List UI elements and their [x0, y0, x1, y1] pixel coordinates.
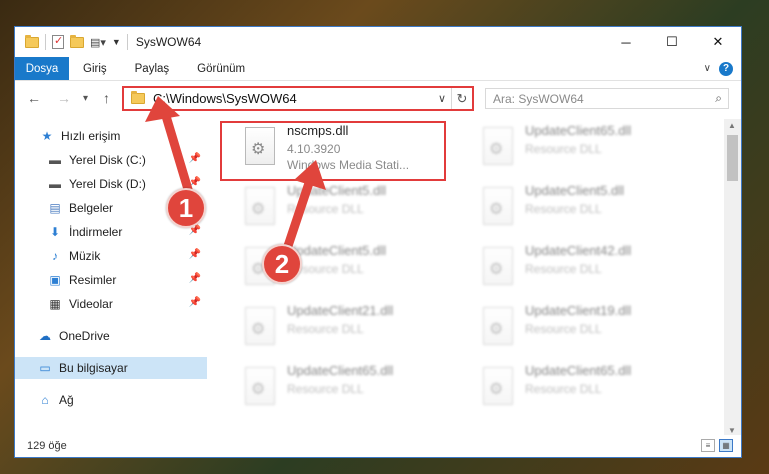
chevron-down-icon[interactable]: ∨ — [438, 92, 446, 105]
file-item[interactable]: UpdateClient5.dll Resource DLL — [475, 181, 695, 233]
folder-icon — [131, 91, 145, 104]
drive-icon: ▬ — [49, 153, 61, 167]
minimize-button[interactable]: ─ — [603, 27, 649, 57]
dll-file-icon — [245, 187, 275, 225]
new-folder-icon[interactable] — [70, 34, 84, 48]
file-highlight-box — [220, 121, 446, 181]
file-item[interactable]: UpdateClient5.dll Resource DLL — [237, 181, 457, 233]
network-icon: ⌂ — [41, 393, 49, 407]
search-placeholder: Ara: SysWOW64 — [493, 91, 584, 106]
refresh-icon[interactable]: ↻ — [451, 88, 472, 109]
sidebar-item-onedrive[interactable]: ☁ OneDrive — [15, 325, 207, 347]
tab-file[interactable]: Dosya — [15, 57, 69, 80]
document-icon: ▤ — [49, 201, 61, 215]
computer-icon: ▭ — [39, 361, 51, 375]
forward-arrow-icon[interactable]: → — [57, 90, 71, 106]
step-2-badge: 2 — [262, 244, 302, 284]
file-item[interactable]: UpdateClient65.dll Resource DLL — [475, 121, 695, 173]
download-icon: ⬇ — [49, 225, 61, 239]
star-icon: ★ — [41, 129, 53, 143]
search-icon[interactable]: ⌕ — [715, 91, 722, 106]
dll-file-icon — [483, 187, 513, 225]
item-count: 129 öğe — [27, 440, 67, 452]
drive-icon: ▬ — [49, 177, 61, 191]
dll-file-icon — [483, 367, 513, 405]
file-item[interactable]: UpdateClient21.dll Resource DLL — [237, 301, 457, 353]
file-item[interactable]: UpdateClient42.dll Resource DLL — [475, 241, 695, 293]
help-icon[interactable]: ? — [719, 61, 733, 76]
dll-file-icon — [483, 247, 513, 285]
scroll-up-icon[interactable]: ▲ — [728, 121, 736, 130]
maximize-button[interactable]: ☐ — [649, 27, 695, 57]
tiles-view-icon[interactable]: ▦ — [719, 439, 733, 452]
sidebar-item-music[interactable]: ♪ Müzik 📌 — [15, 245, 207, 267]
close-button[interactable]: ✕ — [695, 27, 741, 57]
back-arrow-icon[interactable]: ← — [27, 90, 41, 106]
dll-file-icon — [245, 307, 275, 345]
pin-icon[interactable]: 📌 — [189, 297, 201, 308]
cloud-icon: ☁ — [39, 329, 51, 343]
toolbar-divider — [126, 34, 128, 50]
details-view-icon[interactable]: ≡ — [701, 439, 715, 452]
music-icon: ♪ — [52, 249, 58, 263]
pin-icon[interactable]: 📌 — [189, 273, 201, 284]
status-bar: 129 öğe ≡ ▦ — [15, 435, 741, 457]
navigation-pane: ★ Hızlı erişim ▬ Yerel Disk (C:) 📌 ▬ Yer… — [15, 119, 211, 419]
scroll-down-icon[interactable]: ▼ — [728, 426, 736, 435]
dll-file-icon — [245, 367, 275, 405]
dll-file-icon — [483, 127, 513, 165]
file-item[interactable]: UpdateClient19.dll Resource DLL — [475, 301, 695, 353]
tab-share[interactable]: Paylaş — [121, 57, 184, 80]
customize-icon[interactable]: ▤▾ — [90, 36, 106, 49]
quick-access-toolbar: ▤▾ ▼ — [15, 34, 128, 50]
file-item[interactable]: UpdateClient65.dll Resource DLL — [475, 361, 695, 413]
address-bar[interactable]: C:\Windows\SysWOW64 ∨ ↻ — [122, 86, 474, 111]
folder-icon — [25, 34, 39, 48]
vertical-scrollbar[interactable]: ▲ ▼ — [724, 119, 741, 437]
recent-locations-icon[interactable]: ▾ — [83, 93, 88, 104]
toolbar-divider — [45, 34, 46, 50]
quick-access-dropdown-icon[interactable]: ▼ — [112, 37, 121, 47]
up-arrow-icon[interactable]: ↑ — [103, 90, 110, 106]
sidebar-item-videos[interactable]: ▦ Videolar 📌 — [15, 293, 207, 315]
dll-file-icon — [483, 307, 513, 345]
navigation-bar: ← → ▾ ↑ C:\Windows\SysWOW64 ∨ ↻ Ara: Sys… — [15, 82, 741, 116]
pin-icon[interactable]: 📌 — [189, 249, 201, 260]
tab-view[interactable]: Görünüm — [183, 57, 259, 80]
scrollbar-thumb[interactable] — [727, 135, 738, 181]
file-item[interactable]: UpdateClient65.dll Resource DLL — [237, 361, 457, 413]
explorer-window: ▤▾ ▼ SysWOW64 ─ ☐ ✕ Dosya Giriş Paylaş G… — [14, 26, 742, 458]
properties-icon[interactable] — [52, 34, 64, 49]
sidebar-item-pictures[interactable]: ▣ Resimler 📌 — [15, 269, 207, 291]
pictures-icon: ▣ — [49, 273, 61, 287]
window-title: SysWOW64 — [135, 35, 202, 49]
video-icon: ▦ — [49, 297, 61, 311]
pin-icon[interactable]: 📌 — [189, 177, 201, 188]
pin-icon[interactable]: 📌 — [189, 153, 201, 164]
address-path[interactable]: C:\Windows\SysWOW64 — [153, 91, 297, 106]
sidebar-item-quick-access[interactable]: ★ Hızlı erişim — [15, 125, 207, 147]
step-1-badge: 1 — [166, 188, 206, 228]
sidebar-item-disk-c[interactable]: ▬ Yerel Disk (C:) 📌 — [15, 149, 207, 171]
search-input[interactable]: Ara: SysWOW64 ⌕ — [485, 88, 729, 109]
sidebar-item-this-pc[interactable]: ▭ Bu bilgisayar — [15, 357, 207, 379]
ribbon-tabs: Dosya Giriş Paylaş Görünüm ∨ ? — [15, 57, 741, 81]
sidebar-item-network[interactable]: ⌂ Ağ — [15, 389, 207, 411]
title-bar: ▤▾ ▼ SysWOW64 ─ ☐ ✕ — [15, 27, 741, 57]
chevron-down-icon[interactable]: ∨ — [704, 63, 711, 74]
tab-home[interactable]: Giriş — [69, 57, 121, 80]
